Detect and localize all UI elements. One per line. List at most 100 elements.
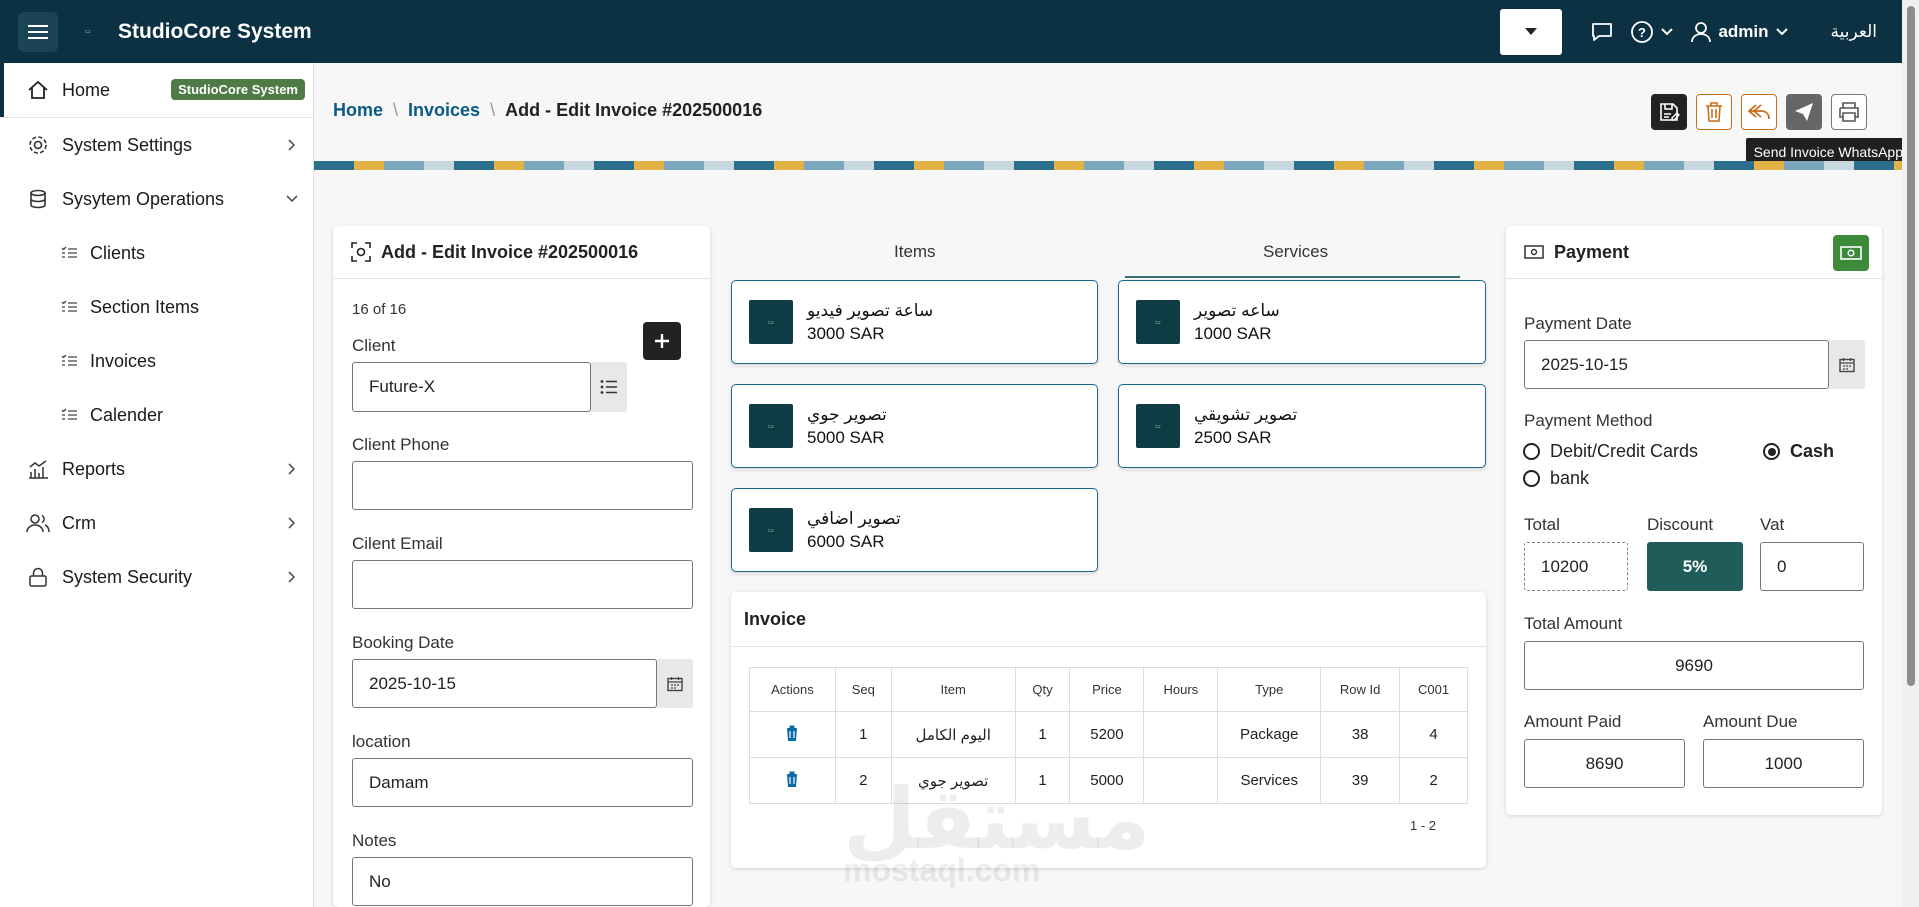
user-icon <box>1691 21 1712 42</box>
payment-date-label: Payment Date <box>1524 314 1632 333</box>
amount-paid-field[interactable]: 8690 <box>1524 739 1685 788</box>
total-amount-field: 9690 <box>1524 641 1864 690</box>
item-name: تصوير اضافي <box>807 509 901 528</box>
studio-logo-icon: ▭ <box>1136 404 1180 448</box>
trash-icon[interactable] <box>784 724 800 742</box>
sidebar-item-system-operations[interactable]: Sysytem Operations <box>0 172 313 226</box>
cell-c001: 4 <box>1399 711 1468 758</box>
tab-items[interactable]: Items <box>894 242 936 262</box>
list-icon <box>60 349 78 373</box>
scroll-thumb[interactable] <box>1907 6 1915 686</box>
radio-cash[interactable]: Cash <box>1763 441 1834 462</box>
item-tile[interactable]: ▭ ساعة تصوير فيديو 3000 SAR <box>731 280 1098 364</box>
cell-hours <box>1143 711 1219 758</box>
breadcrumb-invoices[interactable]: Invoices <box>408 100 480 121</box>
breadcrumb-current: Add - Edit Invoice #202500016 <box>505 100 763 120</box>
vat-field[interactable]: 0 <box>1760 542 1864 591</box>
chart-icon <box>26 457 50 481</box>
print-button[interactable] <box>1831 94 1867 130</box>
send-whatsapp-button[interactable] <box>1786 94 1822 130</box>
item-name: تصوير جوي <box>807 405 887 424</box>
studio-logo-icon: ▭ <box>749 404 793 448</box>
cell-hours <box>1143 757 1219 804</box>
breadcrumb-separator: \ <box>393 100 399 120</box>
database-icon <box>26 187 50 211</box>
cell-c001: 2 <box>1399 757 1468 804</box>
sidebar-item-label: Section Items <box>90 296 200 317</box>
top-dropdown-button[interactable] <box>1500 8 1563 55</box>
breadcrumb: Home \ Invoices \ Add - Edit Invoice #20… <box>333 100 762 121</box>
item-name: تصوير تشويقي <box>1194 405 1298 424</box>
list-icon <box>60 295 78 319</box>
total-amount-label: Total Amount <box>1524 614 1623 633</box>
chevron-right-icon <box>288 139 296 151</box>
payment-date-field[interactable]: 2025-10-15 <box>1524 340 1829 389</box>
chat-icon[interactable] <box>1590 21 1614 43</box>
sidebar-item-system-security[interactable]: System Security <box>0 550 313 604</box>
sidebar-item-system-settings[interactable]: System Settings <box>0 118 313 172</box>
breadcrumb-separator: \ <box>490 100 496 120</box>
sidebar-item-reports[interactable]: Reports <box>0 442 313 496</box>
booking-date-field[interactable]: 2025-10-15 <box>352 659 657 708</box>
sidebar-item-crm[interactable]: Crm <box>0 496 313 550</box>
sidebar-item-home[interactable]: Home StudioCore System <box>0 63 313 117</box>
plus-icon <box>655 334 669 348</box>
location-field[interactable]: Damam <box>352 758 693 807</box>
item-tile[interactable]: ▭ تصوير تشويقي 2500 SAR <box>1118 384 1486 468</box>
sidebar-item-label: Reports <box>62 458 126 479</box>
reply-icon <box>1747 104 1770 120</box>
sidebar-item-invoices[interactable]: Invoices <box>0 334 313 388</box>
language-switch[interactable]: العربية <box>1831 22 1877 42</box>
radio-bank[interactable]: bank <box>1523 468 1589 489</box>
radio-button <box>1523 470 1540 487</box>
sidebar-item-calender[interactable]: Calender <box>0 388 313 442</box>
caret-down-icon <box>1525 28 1538 35</box>
notes-field[interactable]: No <box>352 857 693 906</box>
back-button[interactable] <box>1741 94 1777 130</box>
trash-icon <box>1706 102 1722 122</box>
trash-icon[interactable] <box>784 770 800 788</box>
breadcrumb-home[interactable]: Home <box>333 100 383 121</box>
chevron-down-icon <box>1775 27 1788 35</box>
sidebar-item-section-items[interactable]: Section Items <box>0 280 313 334</box>
item-name: ساعه تصوير <box>1194 301 1280 320</box>
add-client-button[interactable] <box>643 322 681 360</box>
help-icon[interactable]: ? <box>1630 20 1674 44</box>
print-icon <box>1839 102 1859 122</box>
item-tile[interactable]: ▭ ساعه تصوير 1000 SAR <box>1118 280 1486 364</box>
tab-services[interactable]: Services <box>1263 242 1328 262</box>
delete-button[interactable] <box>1696 94 1732 130</box>
studio-logo-icon: ▭ <box>749 508 793 552</box>
page-scrollbar[interactable] <box>1902 0 1919 907</box>
chevron-right-icon <box>288 571 296 583</box>
cash-payment-button[interactable] <box>1833 235 1869 271</box>
cell-seq: 1 <box>834 711 892 758</box>
client-list-button[interactable] <box>591 362 627 412</box>
radio-label: Debit/Credit Cards <box>1550 441 1699 461</box>
discount-button[interactable]: 5% <box>1647 542 1743 591</box>
email-field[interactable] <box>352 560 693 609</box>
item-tile[interactable]: ▭ تصوير جوي 5000 SAR <box>731 384 1098 468</box>
item-price: 6000 SAR <box>807 532 885 551</box>
client-field[interactable]: Future-X <box>352 362 591 412</box>
menu-toggle-button[interactable] <box>18 11 58 52</box>
money-icon <box>1840 246 1862 260</box>
list-icon <box>60 241 78 265</box>
header-banner <box>314 161 1902 170</box>
radio-card[interactable]: Debit/Credit Cards <box>1523 441 1698 462</box>
email-label: Cilent Email <box>352 534 443 553</box>
booking-date-picker-button[interactable] <box>657 659 693 708</box>
app-title: StudioCore System <box>118 19 312 43</box>
sidebar-item-clients[interactable]: Clients <box>0 226 313 280</box>
pagination-info: 1 - 2 <box>1410 818 1437 833</box>
payment-date-picker-button[interactable] <box>1829 340 1865 389</box>
svg-text:?: ? <box>1638 25 1646 40</box>
save-button[interactable] <box>1651 94 1687 130</box>
item-tile[interactable]: ▭ تصوير اضافي 6000 SAR <box>731 488 1098 572</box>
total-field: 10200 <box>1524 542 1628 591</box>
vat-label: Vat <box>1760 515 1785 534</box>
column-header: Actions <box>749 667 836 712</box>
column-header: Item <box>890 667 1016 712</box>
phone-field[interactable] <box>352 461 693 510</box>
user-menu[interactable]: admin <box>1690 21 1788 43</box>
